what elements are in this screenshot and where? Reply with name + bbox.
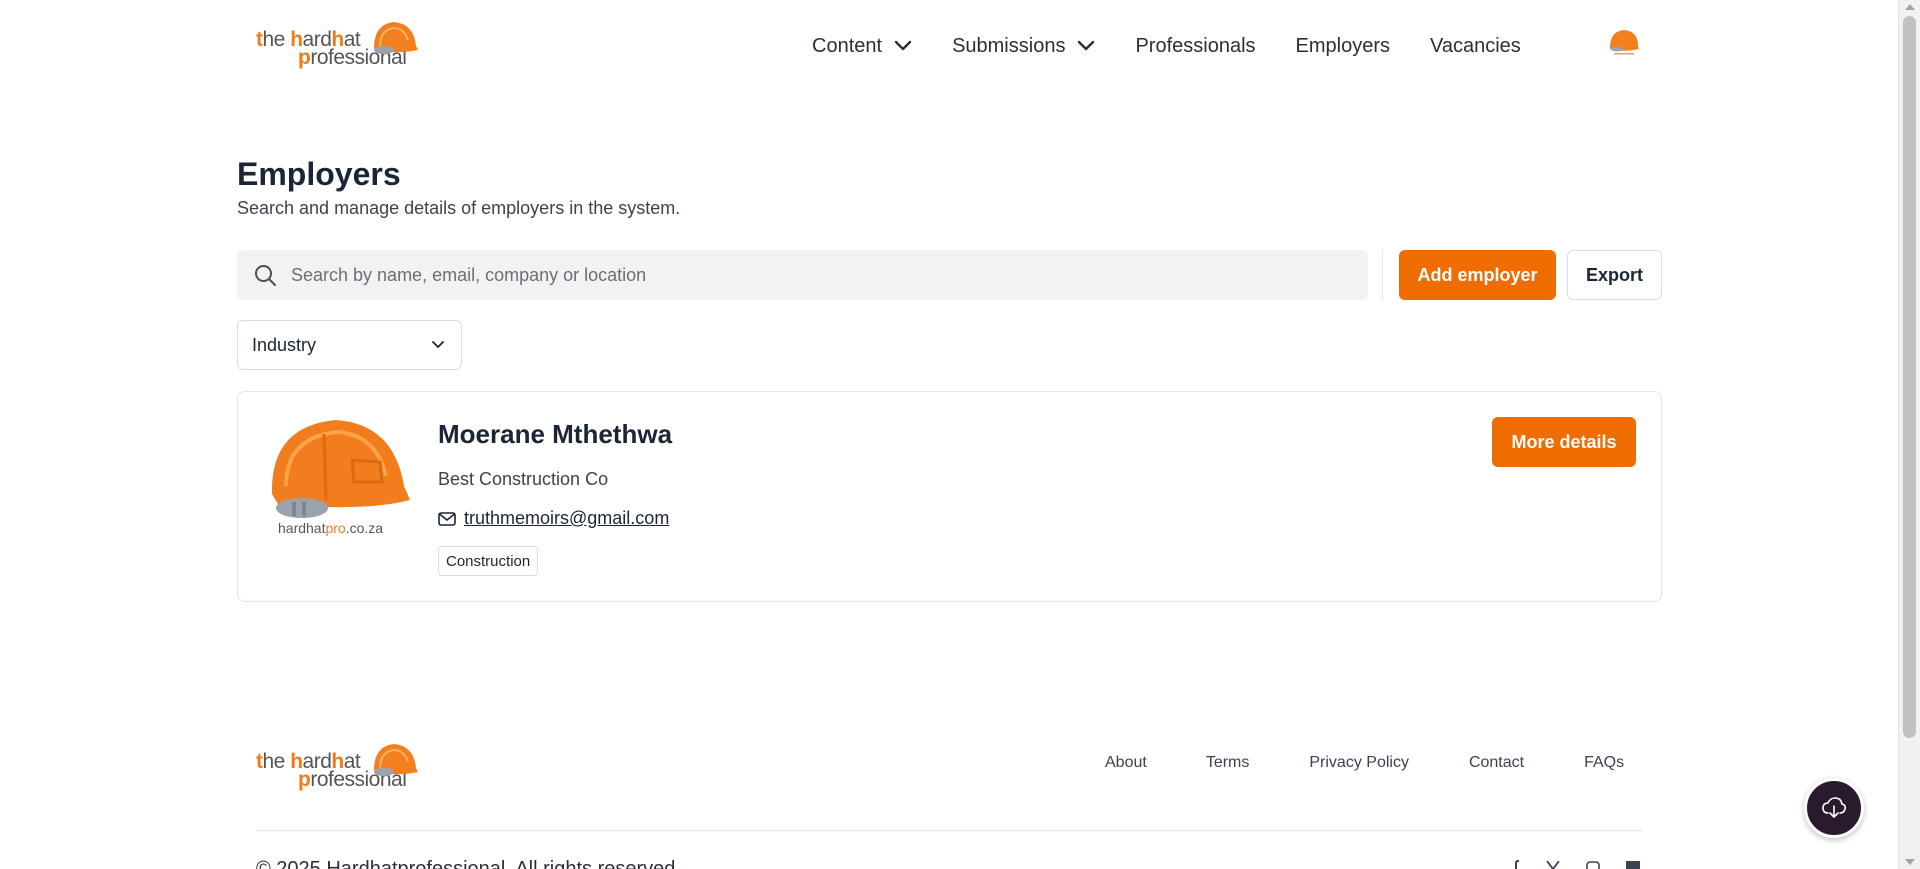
nav-employers-label: Employers bbox=[1295, 34, 1390, 57]
scroll-up-icon[interactable] bbox=[1905, 4, 1915, 10]
export-button[interactable]: Export bbox=[1567, 250, 1662, 300]
nav-vacancies-label: Vacancies bbox=[1430, 34, 1521, 57]
nav-submissions[interactable]: Submissions bbox=[952, 35, 1095, 58]
chevron-down-icon bbox=[1077, 40, 1095, 52]
instagram-icon[interactable] bbox=[1586, 861, 1600, 869]
employer-card: hardhatpro.co.za Moerane Mthethwa Best C… bbox=[237, 391, 1662, 602]
copyright-text: © 2025 Hardhatprofessional. All rights r… bbox=[256, 858, 681, 869]
industry-tag: Construction bbox=[438, 546, 539, 576]
add-employer-button[interactable]: Add employer bbox=[1399, 250, 1556, 300]
page: the hardhat professional Content Submiss… bbox=[0, 0, 1898, 869]
page-subtitle: Search and manage details of employers i… bbox=[237, 198, 681, 218]
footer-divider bbox=[256, 830, 1643, 831]
nav-submissions-label: Submissions bbox=[952, 34, 1066, 57]
linkedin-icon[interactable] bbox=[1626, 861, 1640, 869]
scrollbar-thumb[interactable] bbox=[1903, 16, 1916, 738]
scroll-down-icon[interactable] bbox=[1905, 859, 1915, 865]
main-nav: Content Submissions Professionals Employ… bbox=[812, 30, 1561, 62]
employer-name: Moerane Mthethwa bbox=[438, 419, 673, 449]
industry-filter[interactable]: Industry bbox=[237, 320, 462, 370]
hardhat-icon bbox=[374, 744, 418, 776]
search-icon bbox=[255, 265, 276, 286]
page-title: Employers bbox=[237, 156, 401, 192]
scrollbar[interactable] bbox=[1898, 0, 1920, 869]
footer-link-terms[interactable]: Terms bbox=[1206, 754, 1250, 772]
user-avatar[interactable] bbox=[1608, 28, 1640, 56]
nav-content[interactable]: Content bbox=[812, 35, 912, 58]
industry-filter-label: Industry bbox=[252, 334, 317, 355]
chevron-down-icon bbox=[432, 341, 444, 348]
divider bbox=[1382, 250, 1383, 300]
footer-link-about[interactable]: About bbox=[1105, 754, 1147, 772]
nav-vacancies[interactable]: Vacancies bbox=[1430, 35, 1521, 58]
facebook-icon[interactable] bbox=[1510, 860, 1520, 869]
site-logo[interactable]: the hardhat professional bbox=[256, 18, 420, 76]
footer-logo[interactable]: the hardhat professional bbox=[256, 740, 420, 798]
hardhat-logo-icon bbox=[271, 420, 410, 518]
mail-icon bbox=[438, 511, 456, 526]
employer-email-link[interactable]: truthmemoirs@gmail.com bbox=[464, 508, 669, 529]
chevron-down-icon bbox=[894, 40, 912, 52]
employer-logo-text: hardhatpro.co.za bbox=[278, 520, 384, 536]
footer-link-contact[interactable]: Contact bbox=[1469, 754, 1524, 772]
search-input[interactable] bbox=[291, 264, 1351, 286]
x-icon[interactable] bbox=[1546, 861, 1560, 869]
nav-employers[interactable]: Employers bbox=[1296, 35, 1390, 58]
footer-links: About Terms Privacy Policy Contact FAQs bbox=[1105, 754, 1624, 772]
nav-professionals[interactable]: Professionals bbox=[1135, 35, 1255, 58]
hardhat-icon bbox=[374, 22, 418, 54]
employer-email-row: truthmemoirs@gmail.com bbox=[438, 508, 669, 529]
nav-professionals-label: Professionals bbox=[1135, 34, 1256, 57]
search-bar bbox=[237, 250, 1368, 300]
employer-company: Best Construction Co bbox=[438, 469, 609, 489]
footer-link-privacy[interactable]: Privacy Policy bbox=[1309, 754, 1409, 772]
hardhat-avatar-icon bbox=[1610, 30, 1639, 55]
download-fab[interactable] bbox=[1804, 778, 1864, 838]
employer-logo: hardhatpro.co.za bbox=[264, 416, 412, 546]
more-details-button[interactable]: More details bbox=[1492, 417, 1636, 467]
footer-link-faqs[interactable]: FAQs bbox=[1584, 754, 1624, 772]
cloud-download-icon bbox=[1822, 797, 1846, 818]
nav-content-label: Content bbox=[812, 34, 883, 57]
